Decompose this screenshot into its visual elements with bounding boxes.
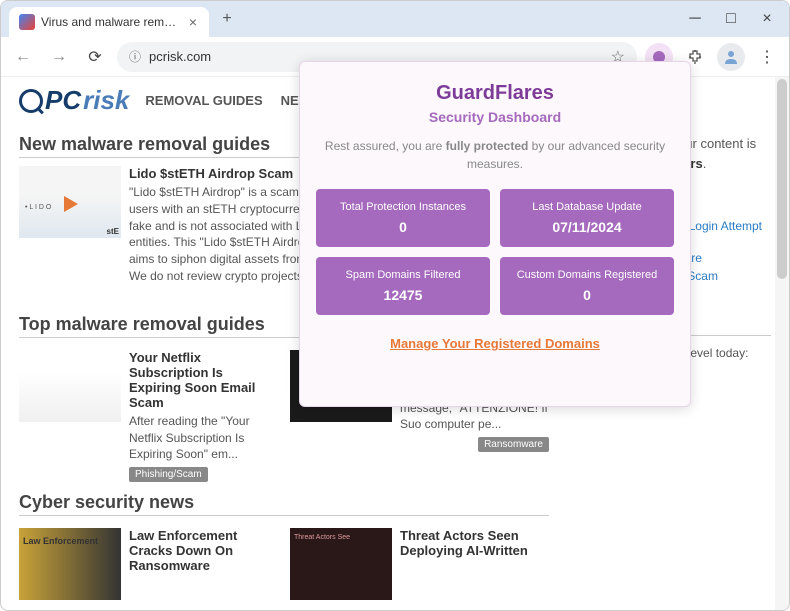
- article-thumb: stE: [19, 166, 121, 238]
- scrollbar[interactable]: [775, 77, 789, 610]
- new-tab-button[interactable]: +: [215, 7, 239, 31]
- overlay-title: GuardFlares: [316, 82, 674, 105]
- browser-titlebar: Virus and malware removal ins × + ─ □ ×: [1, 1, 789, 37]
- stat-custom-domains: Custom Domains Registered 0: [500, 257, 674, 315]
- minimize-icon[interactable]: ─: [681, 5, 709, 33]
- badge-phishing-scam: Phishing/Scam: [129, 467, 208, 482]
- tab-favicon: [19, 14, 35, 30]
- tab-title: Virus and malware removal ins: [41, 15, 181, 29]
- forward-icon: →: [45, 43, 73, 71]
- back-icon[interactable]: ←: [9, 43, 37, 71]
- site-info-icon[interactable]: ⓘ: [129, 48, 141, 65]
- article-threat-actors[interactable]: Threat Actors Seen Deploying AI-Written: [290, 528, 549, 600]
- badge-ransomware: Ransomware: [478, 437, 549, 452]
- profile-icon[interactable]: [717, 43, 745, 71]
- article-text: After reading the "Your Netflix Subscrip…: [129, 413, 278, 463]
- article-law-enforcement[interactable]: Law Enforcement Cracks Down On Ransomwar…: [19, 528, 278, 600]
- scroll-thumb[interactable]: [777, 79, 787, 279]
- stat-spam-filtered: Spam Domains Filtered 12475: [316, 257, 490, 315]
- overlay-message: Rest assured, you are fully protected by…: [316, 137, 674, 173]
- main-nav: REMOVAL GUIDES NEW: [145, 93, 311, 108]
- magnify-icon: [19, 89, 43, 113]
- stat-protection-instances: Total Protection Instances 0: [316, 189, 490, 247]
- logo-text-risk: risk: [83, 85, 129, 116]
- close-tab-icon[interactable]: ×: [187, 15, 199, 29]
- nav-removal-guides[interactable]: REMOVAL GUIDES: [145, 93, 262, 108]
- stat-database-update: Last Database Update 07/11/2024: [500, 189, 674, 247]
- article-thumb: [19, 350, 121, 422]
- reload-icon[interactable]: ⟳: [81, 43, 109, 71]
- article-thumb: [19, 528, 121, 600]
- site-logo[interactable]: PCrisk: [19, 85, 129, 116]
- manage-domains-link[interactable]: Manage Your Registered Domains: [390, 336, 600, 351]
- browser-tab[interactable]: Virus and malware removal ins ×: [9, 7, 209, 37]
- guardflares-overlay: GuardFlares Security Dashboard Rest assu…: [299, 61, 691, 407]
- section-cyber-news: Cyber security news: [19, 492, 549, 516]
- close-window-icon[interactable]: ×: [753, 5, 781, 33]
- article-thumb: [290, 528, 392, 600]
- menu-icon[interactable]: ⋮: [753, 43, 781, 71]
- article-title: Threat Actors Seen Deploying AI-Written: [400, 528, 549, 558]
- overlay-subtitle: Security Dashboard: [316, 109, 674, 125]
- logo-text-pc: PC: [45, 85, 81, 116]
- article-netflix[interactable]: Your Netflix Subscription Is Expiring So…: [19, 350, 278, 482]
- maximize-icon[interactable]: □: [717, 5, 745, 33]
- article-title: Your Netflix Subscription Is Expiring So…: [129, 350, 278, 410]
- article-title: Law Enforcement Cracks Down On Ransomwar…: [129, 528, 278, 573]
